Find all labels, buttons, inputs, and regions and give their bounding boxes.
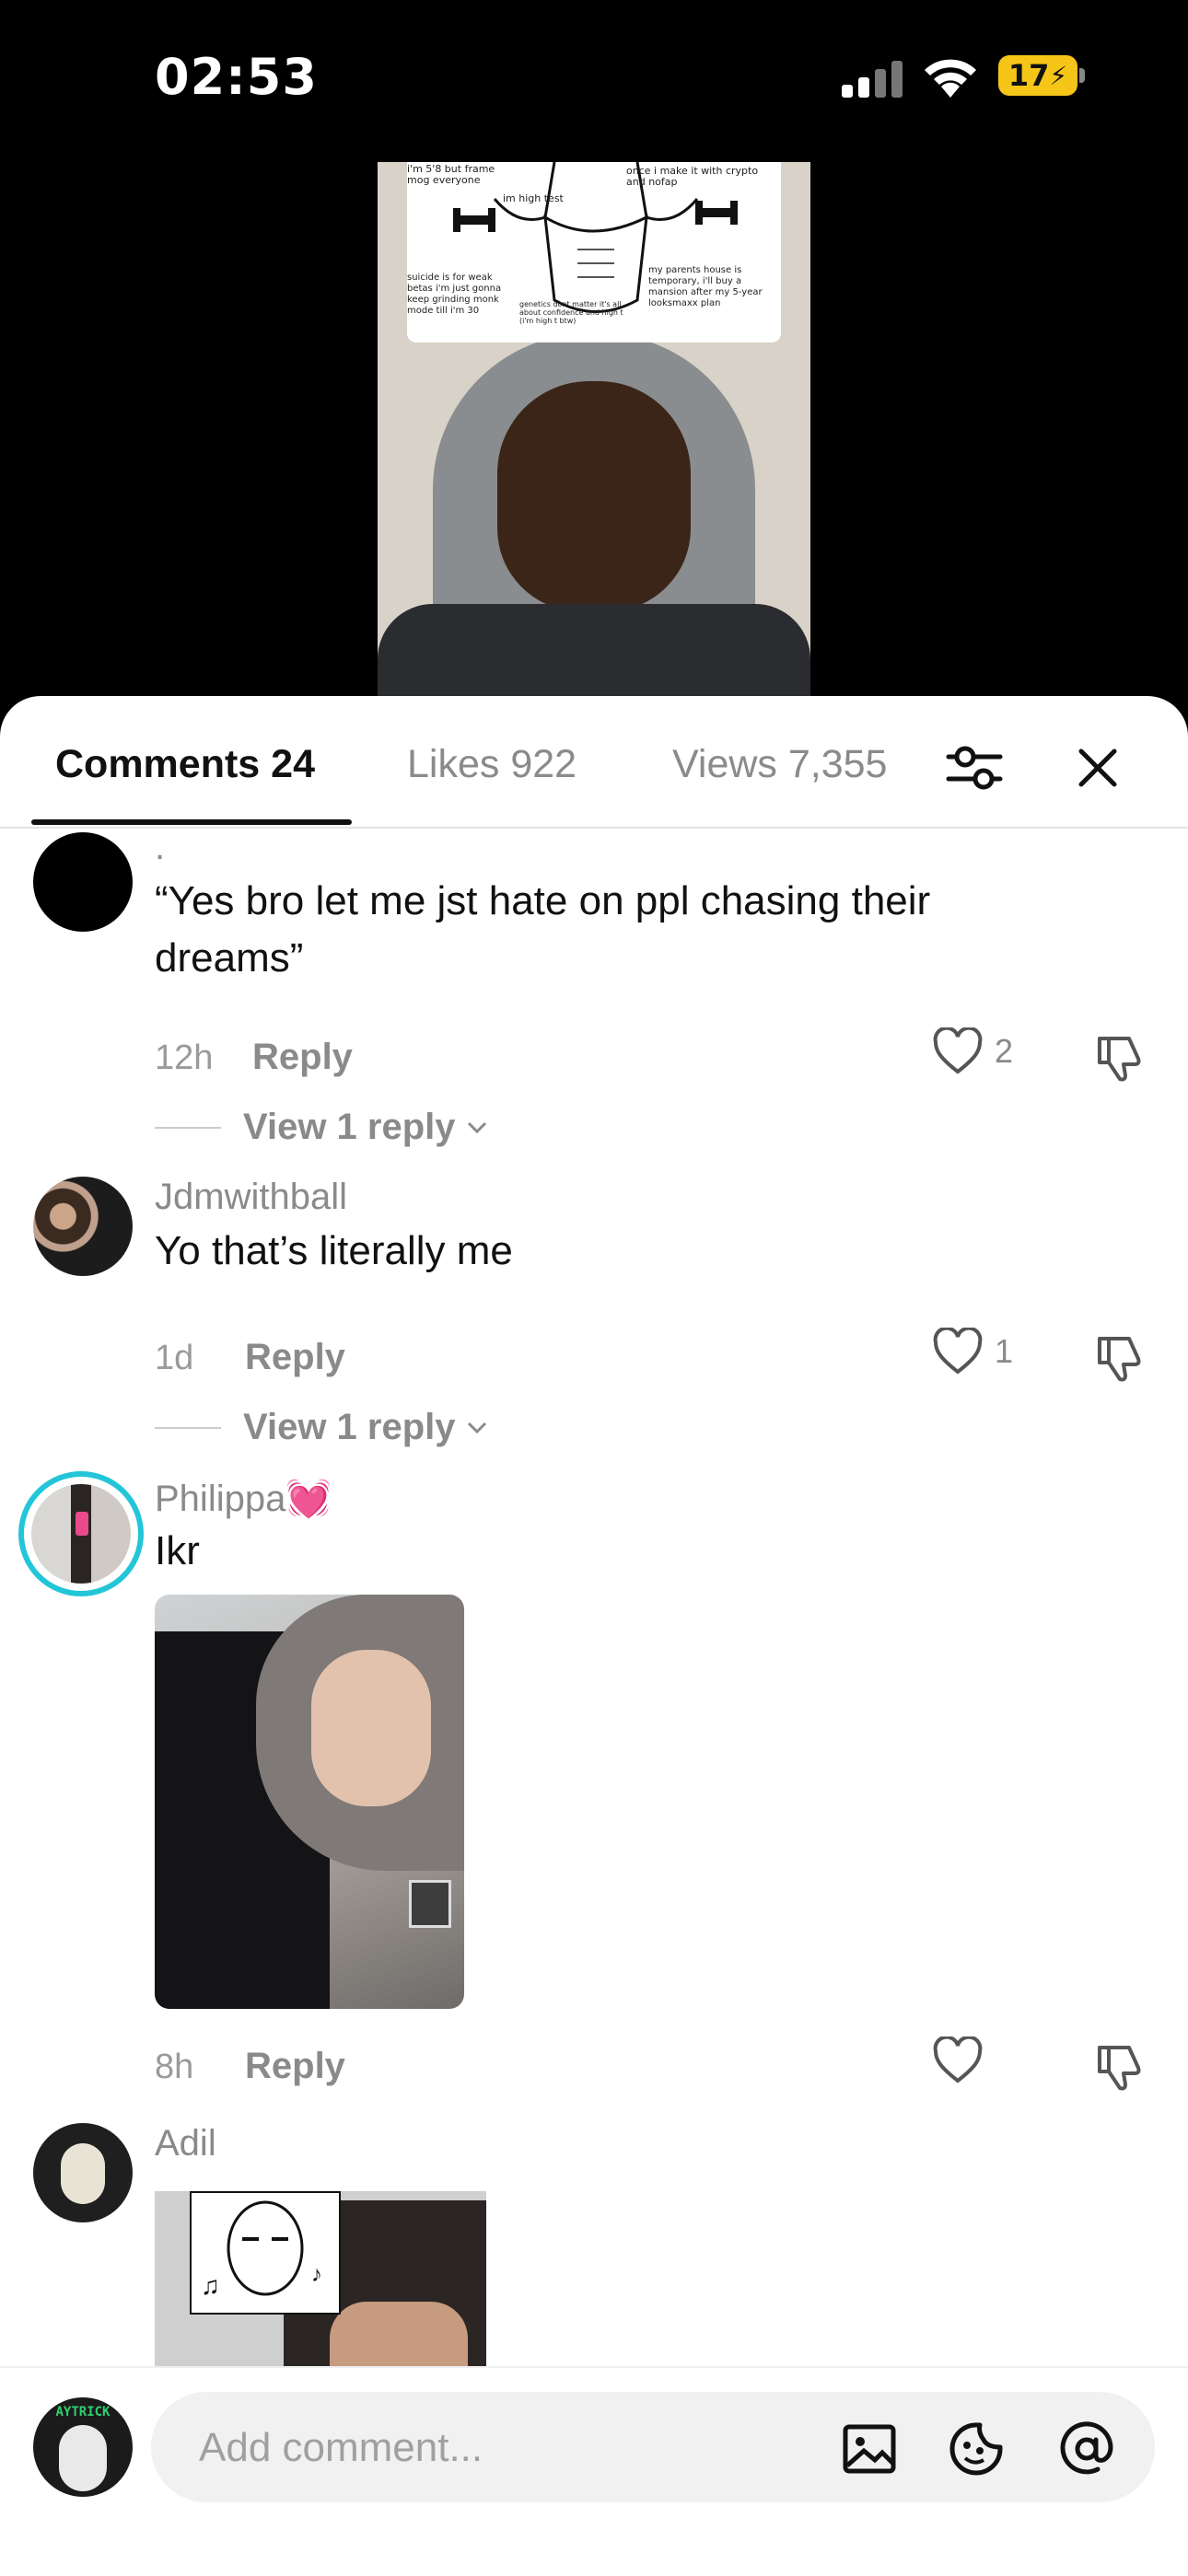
dislike-icon[interactable] <box>1094 2040 1146 2092</box>
view-replies-label: View 1 reply <box>243 1407 456 1447</box>
meme-text-b: once i make it with crypto and nofap <box>626 165 759 188</box>
comments-sheet: Comments 24 Likes 922 Views 7,355 . “Yes… <box>0 696 1188 2574</box>
comment-input[interactable] <box>197 2419 827 2477</box>
photo-frame <box>409 1880 451 1928</box>
comment-image[interactable] <box>155 1595 464 2009</box>
view-replies-button[interactable]: View 1 reply <box>155 1407 491 1448</box>
user-avatar[interactable]: AYTRICK <box>33 2397 133 2497</box>
music-notes-icon: ♫ ♪ <box>201 2200 322 2300</box>
user-avatar-face <box>59 2425 107 2491</box>
charging-bolt-icon: ⚡ <box>1049 60 1068 91</box>
like-button[interactable] <box>932 2036 995 2084</box>
tab-bar: Comments 24 Likes 922 Views 7,355 <box>0 696 1188 829</box>
tab-views[interactable]: Views 7,355 <box>672 742 887 787</box>
photo-face <box>330 2302 468 2375</box>
comment-username[interactable]: Jdmwithball <box>155 1177 347 1218</box>
comment-input-container[interactable] <box>151 2392 1155 2502</box>
comment-time: 12h <box>155 1039 214 1077</box>
meme-overlay: i'm 5'8 but frame mog everyone once i ma… <box>407 162 781 342</box>
tab-likes[interactable]: Likes 922 <box>407 742 577 787</box>
view-replies-button[interactable]: View 1 reply <box>155 1107 491 1148</box>
comment-text: “Yes bro let me jst hate on ppl chasing … <box>155 878 931 981</box>
meme-text-e: genetics dont matter it's all about conf… <box>519 300 623 325</box>
mention-icon[interactable] <box>1057 2419 1116 2478</box>
status-bar: 02:53 17 ⚡ <box>0 0 1188 157</box>
comment-image[interactable]: ♫ ♪ <box>155 2191 486 2375</box>
comment-text: Ikr <box>155 1528 200 1573</box>
comment-time: 8h <box>155 2048 194 2086</box>
like-count: 2 <box>995 1032 1014 1070</box>
user-avatar-text: AYTRICK <box>55 2405 111 2419</box>
tab-comments[interactable]: Comments 24 <box>55 742 315 787</box>
comment-username[interactable]: . <box>155 827 165 868</box>
reply-divider-line <box>155 1126 221 1129</box>
battery-indicator: 17 ⚡ <box>998 55 1077 96</box>
avatar <box>31 1484 131 1584</box>
reply-button[interactable]: Reply <box>245 2046 345 2087</box>
photo-face <box>311 1650 431 1806</box>
chevron-down-icon <box>467 1121 486 1133</box>
like-button[interactable]: 2 <box>932 1027 1013 1075</box>
story-ring[interactable] <box>18 1471 144 1596</box>
meme-text-a: i'm 5'8 but frame mog everyone <box>407 163 495 186</box>
meme-text-c: im high test <box>503 192 564 204</box>
close-icon[interactable] <box>1065 735 1131 801</box>
image-icon[interactable] <box>840 2419 899 2478</box>
video-preview[interactable]: i'm 5'8 but frame mog everyone once i ma… <box>378 162 810 714</box>
heart-emoji-icon: 💓 <box>285 1479 332 1519</box>
meme-text-d: suicide is for weak betas i'm just gonna… <box>407 273 502 316</box>
heart-icon <box>933 1328 983 1375</box>
meme-text-f: my parents house is temporary, i'll buy … <box>648 265 763 308</box>
cellular-signal-icon <box>842 61 903 98</box>
reply-button[interactable]: Reply <box>245 1337 345 1378</box>
reply-divider-line <box>155 1426 221 1429</box>
avatar[interactable] <box>33 1177 133 1276</box>
svg-text:♪: ♪ <box>311 2262 322 2287</box>
sticker-emoji-icon[interactable] <box>947 2419 1006 2478</box>
meme-sticker: ♫ ♪ <box>190 2191 341 2315</box>
like-button[interactable]: 1 <box>932 1328 1013 1375</box>
filter-icon[interactable] <box>941 735 1007 801</box>
comment-time: 1d <box>155 1339 194 1377</box>
status-time: 02:53 <box>155 48 318 106</box>
active-tab-indicator <box>31 819 352 825</box>
avatar-phone <box>76 1512 88 1536</box>
comment-username-row[interactable]: Philippa💓 <box>155 1477 332 1520</box>
avatar[interactable] <box>33 2123 133 2222</box>
battery-nub <box>1079 68 1085 83</box>
heart-icon <box>933 1027 983 1074</box>
svg-text:♫: ♫ <box>201 2271 220 2300</box>
comment-username: Philippa <box>155 1479 286 1519</box>
dislike-icon[interactable] <box>1094 1331 1146 1383</box>
avatar-face <box>61 2143 105 2204</box>
comment-username[interactable]: Adil <box>155 2123 216 2164</box>
view-replies-label: View 1 reply <box>243 1107 456 1147</box>
avatar[interactable] <box>33 832 133 932</box>
video-face <box>497 381 691 611</box>
dislike-icon[interactable] <box>1094 1031 1146 1083</box>
comment-text: Yo that’s literally me <box>155 1228 513 1273</box>
battery-level: 17 <box>1007 58 1050 93</box>
reply-button[interactable]: Reply <box>252 1037 353 1078</box>
comment-composer: AYTRICK <box>0 2366 1188 2576</box>
chevron-down-icon <box>467 1421 486 1433</box>
wifi-icon <box>925 59 976 98</box>
like-count: 1 <box>995 1332 1014 1370</box>
heart-icon <box>933 2036 983 2083</box>
